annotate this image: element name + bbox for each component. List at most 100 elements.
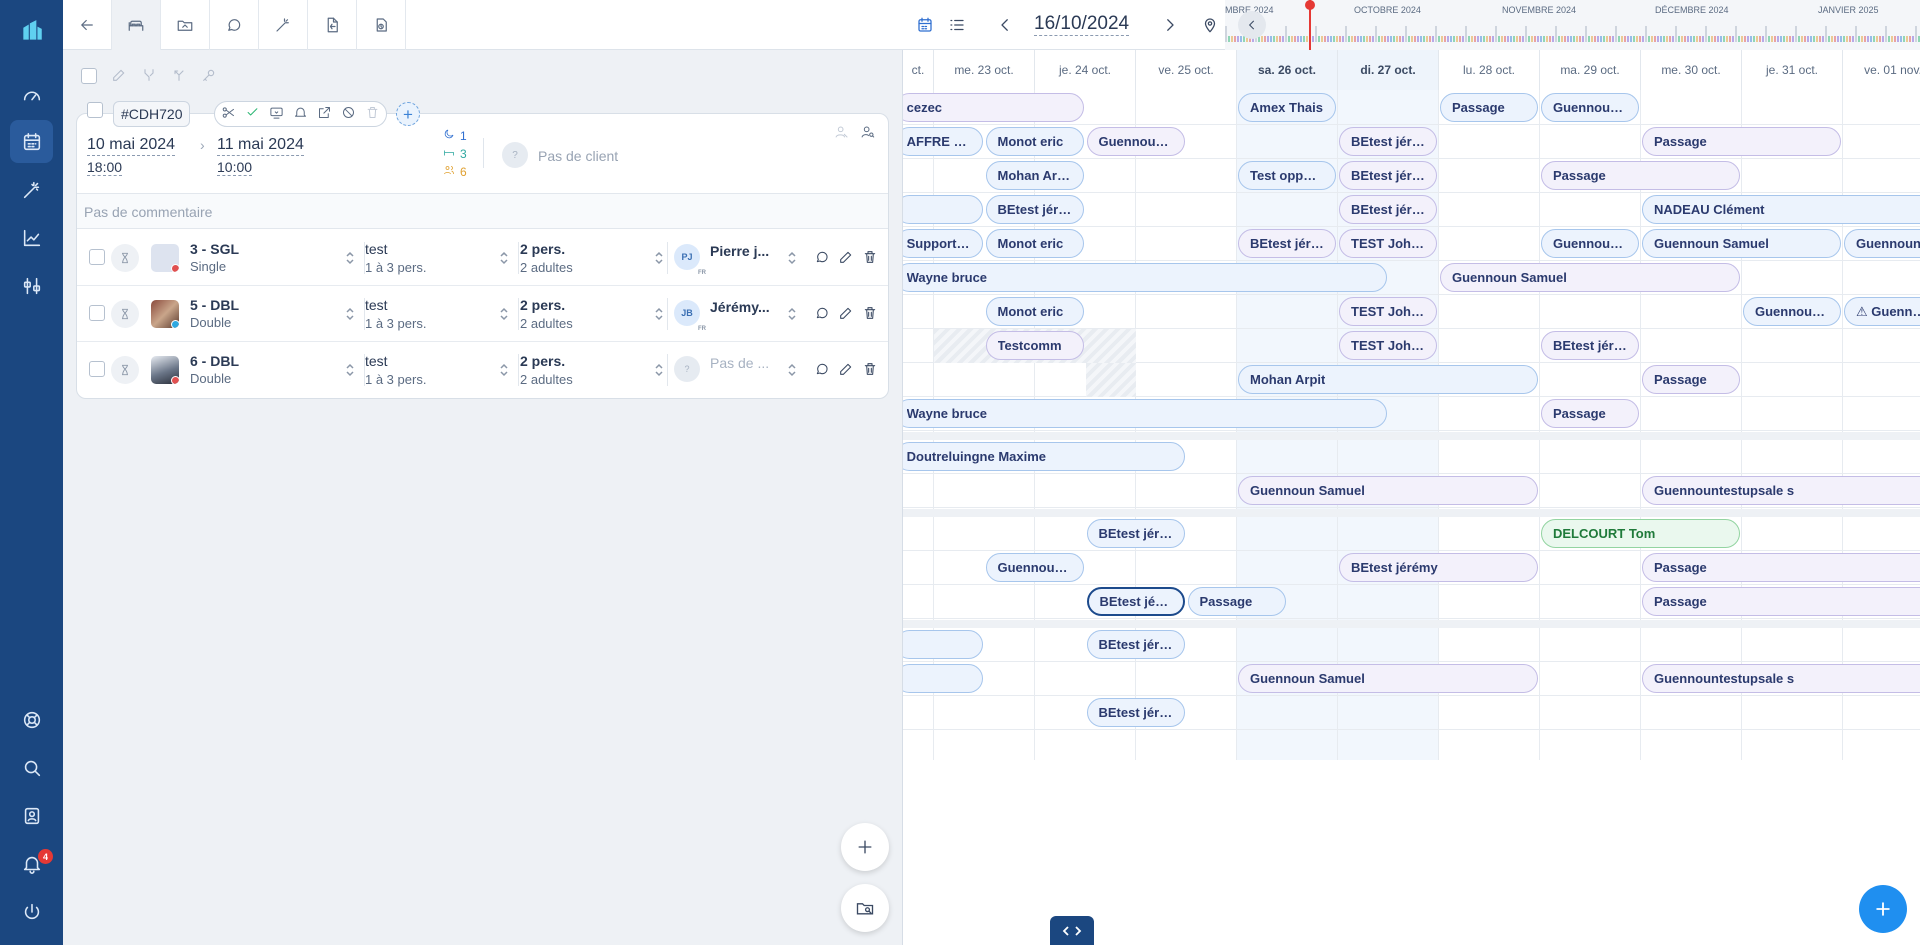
bed-icon[interactable] bbox=[112, 0, 161, 50]
bell-small-icon[interactable] bbox=[293, 105, 308, 123]
guest-avatar[interactable]: ? bbox=[674, 356, 700, 382]
add-button[interactable] bbox=[841, 823, 889, 871]
booking-bar[interactable]: BEtest jérémy bbox=[1339, 553, 1538, 582]
chevron-updown-icon[interactable] bbox=[787, 362, 797, 378]
chevron-updown-icon[interactable] bbox=[787, 250, 797, 266]
booking-bar[interactable]: Guennoun Samuel bbox=[1440, 263, 1740, 292]
booking-bar[interactable]: Guennoun ... bbox=[1086, 127, 1185, 156]
room-checkbox[interactable] bbox=[89, 305, 105, 321]
pax-select[interactable]: 2 pers. 2 adultes bbox=[520, 241, 573, 275]
booking-bar[interactable]: BEtest jéré... bbox=[985, 195, 1084, 224]
next-date-icon[interactable] bbox=[1158, 13, 1182, 37]
booking-bar[interactable]: Passage bbox=[1541, 161, 1740, 190]
booking-bar[interactable]: Test opposi... bbox=[1238, 161, 1336, 190]
chat-icon[interactable] bbox=[814, 305, 830, 324]
prev-date-icon[interactable] bbox=[993, 13, 1017, 37]
chevron-updown-icon[interactable] bbox=[345, 306, 355, 322]
room-checkbox[interactable] bbox=[89, 361, 105, 377]
chevron-updown-icon[interactable] bbox=[654, 250, 664, 266]
booking-bar[interactable]: Mohan Arpit bbox=[1238, 365, 1538, 394]
chevron-updown-icon[interactable] bbox=[499, 362, 509, 378]
cancel-icon[interactable] bbox=[341, 105, 356, 123]
booking-bar[interactable]: BEtest jéré... bbox=[1086, 698, 1185, 727]
new-booking-button[interactable] bbox=[1859, 885, 1907, 933]
split-icon[interactable] bbox=[141, 67, 157, 86]
booking-bar[interactable]: Wayne bruce bbox=[903, 399, 1387, 428]
booking-bar[interactable]: Guennoun Samuel bbox=[1238, 664, 1538, 693]
settings-icon[interactable] bbox=[10, 264, 53, 307]
guest-name[interactable]: Pierre j... bbox=[710, 243, 774, 259]
day-header[interactable]: di. 27 oct. bbox=[1338, 50, 1439, 90]
booking-bar[interactable]: Mohan Arpit bbox=[985, 161, 1084, 190]
reservation-checkbox[interactable] bbox=[87, 102, 103, 118]
list-view-icon[interactable] bbox=[945, 13, 969, 37]
add-room-button[interactable]: + bbox=[396, 102, 420, 126]
chevron-updown-icon[interactable] bbox=[654, 362, 664, 378]
calendar-view-icon[interactable] bbox=[913, 13, 937, 37]
booking-bar[interactable]: ⚠ Guenno... bbox=[1844, 297, 1920, 326]
booking-bar[interactable]: Guennoun ... bbox=[1541, 93, 1639, 122]
timeline-overview[interactable]: MBRE 2024 OCTOBRE 2024 NOVEMBRE 2024 DÉC… bbox=[1225, 0, 1920, 50]
magic-icon[interactable] bbox=[10, 168, 53, 211]
pencil-icon[interactable] bbox=[838, 361, 854, 380]
booking-bar[interactable]: Amex Thais bbox=[1238, 93, 1336, 122]
today-marker-knob[interactable] bbox=[1305, 0, 1315, 10]
booking-bar[interactable]: NADEAU Clément bbox=[1642, 195, 1920, 224]
hourglass-icon[interactable] bbox=[111, 356, 139, 384]
booking-bar[interactable]: BEtest jéré... bbox=[1086, 630, 1185, 659]
key-icon[interactable] bbox=[201, 67, 217, 86]
booking-bar[interactable]: Monot eric bbox=[985, 229, 1084, 258]
day-header[interactable]: je. 31 oct. bbox=[1742, 50, 1843, 90]
help-icon[interactable] bbox=[10, 698, 53, 741]
booking-bar[interactable]: Passage bbox=[1187, 587, 1286, 616]
booking-bar[interactable]: Guennoun Samuel bbox=[1844, 229, 1920, 258]
select-all-checkbox[interactable] bbox=[81, 68, 97, 84]
merge-icon[interactable] bbox=[171, 67, 187, 86]
magic-wand-icon[interactable] bbox=[259, 0, 308, 50]
trash-icon[interactable] bbox=[862, 249, 878, 268]
booking-bar[interactable]: Passage bbox=[1642, 365, 1740, 394]
booking-bar[interactable]: Passage bbox=[1642, 127, 1841, 156]
room-lane[interactable] bbox=[903, 696, 1920, 730]
rate-select[interactable]: test 1 à 3 pers. bbox=[365, 353, 426, 387]
booking-bar[interactable]: TEST Johan bbox=[1339, 331, 1437, 360]
external-link-icon[interactable] bbox=[317, 105, 332, 123]
day-header[interactable]: ct. bbox=[903, 50, 934, 90]
day-header[interactable]: me. 30 oct. bbox=[1641, 50, 1742, 90]
collapse-icon[interactable] bbox=[1238, 11, 1266, 39]
booking-bar[interactable]: BEtest jéré... bbox=[1086, 587, 1185, 616]
location-icon[interactable] bbox=[1198, 13, 1222, 37]
booking-bar[interactable]: Passage bbox=[1440, 93, 1538, 122]
hourglass-icon[interactable] bbox=[111, 300, 139, 328]
room-lane[interactable] bbox=[903, 517, 1920, 551]
client-placeholder[interactable]: Pas de client bbox=[538, 148, 618, 164]
booking-bar[interactable]: Testcomm bbox=[985, 331, 1084, 360]
document-icon[interactable] bbox=[308, 0, 357, 50]
trash-icon[interactable] bbox=[862, 361, 878, 380]
booking-bar[interactable] bbox=[903, 664, 983, 693]
booking-bar[interactable]: TEST Johan bbox=[1339, 297, 1437, 326]
chevron-updown-icon[interactable] bbox=[499, 306, 509, 322]
booking-bar[interactable]: Guennoun Samuel bbox=[1642, 229, 1841, 258]
booking-bar[interactable]: Guennoun ... bbox=[985, 553, 1084, 582]
current-date[interactable]: 16/10/2024 bbox=[1034, 13, 1130, 36]
folder-icon[interactable] bbox=[161, 0, 210, 50]
booking-bar[interactable]: DELCOURT Tom bbox=[1541, 519, 1740, 548]
booking-bar[interactable]: BEtest jérémy bbox=[1339, 195, 1437, 224]
contacts-icon[interactable] bbox=[10, 794, 53, 837]
day-header[interactable]: sa. 26 oct. bbox=[1237, 50, 1338, 90]
booking-bar[interactable]: Monot eric bbox=[985, 127, 1084, 156]
search-icon[interactable] bbox=[10, 746, 53, 789]
chevron-updown-icon[interactable] bbox=[787, 306, 797, 322]
guest-avatar[interactable]: PJ FR bbox=[674, 244, 706, 276]
history-icon[interactable] bbox=[357, 0, 406, 50]
panel-resize-handle[interactable] bbox=[1050, 916, 1094, 945]
booking-bar[interactable]: Guennoun ... bbox=[1743, 297, 1841, 326]
booking-bar[interactable]: AFFRE Thib... bbox=[903, 127, 983, 156]
scissors-icon[interactable] bbox=[221, 105, 236, 123]
day-header[interactable]: lu. 28 oct. bbox=[1439, 50, 1540, 90]
rate-select[interactable]: test 1 à 3 pers. bbox=[365, 297, 426, 331]
booking-bar[interactable]: TEST Johan bbox=[1339, 229, 1437, 258]
rate-select[interactable]: test 1 à 3 pers. bbox=[365, 241, 426, 275]
pencil-icon[interactable] bbox=[838, 249, 854, 268]
